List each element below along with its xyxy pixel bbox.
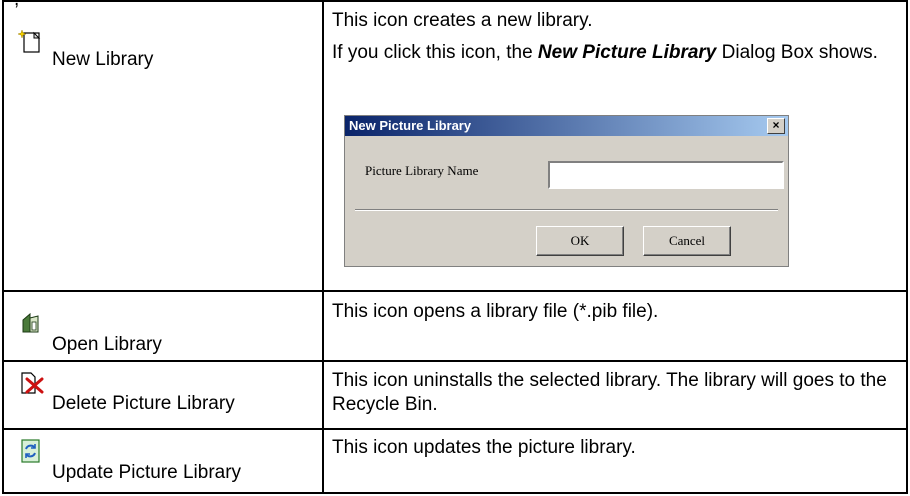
- dialog-title: New Picture Library: [345, 116, 788, 136]
- row-label: Open Library: [52, 334, 162, 355]
- description-text: This icon creates a new library.: [332, 10, 593, 31]
- new-library-icon: [17, 28, 44, 54]
- new-picture-library-dialog: New Picture Library × Picture Library Na…: [344, 115, 789, 267]
- dialog-name-emphasis: New Picture Library: [537, 42, 717, 63]
- row-label: New Library: [52, 49, 154, 70]
- column-divider: [322, 2, 324, 492]
- ok-button[interactable]: OK: [536, 226, 624, 256]
- row-open-library-description: This icon opens a library file (*.pib fi…: [332, 301, 659, 322]
- description-text: If you click this icon, the New Picture …: [332, 41, 898, 65]
- update-library-icon: [18, 438, 44, 464]
- close-icon[interactable]: ×: [767, 118, 785, 134]
- row-label: Delete Picture Library: [52, 393, 235, 414]
- row-new-library-description: This icon creates a new library. If you …: [332, 9, 898, 65]
- row-new-library-label-cell: New Library: [4, 2, 322, 292]
- description-text-part: Dialog Box shows.: [716, 42, 878, 63]
- icon-reference-table: , New Library This icon creates a new li…: [2, 0, 908, 494]
- delete-library-icon: [18, 370, 44, 396]
- row-delete-library-label-cell: Delete Picture Library: [4, 362, 322, 430]
- open-library-icon: [18, 310, 44, 336]
- picture-library-name-label: Picture Library Name: [365, 163, 479, 178]
- row-delete-library-description: This icon uninstalls the selected librar…: [332, 370, 887, 415]
- row-update-library-description: This icon updates the picture library.: [332, 437, 636, 458]
- cancel-button[interactable]: Cancel: [643, 226, 731, 256]
- description-text-part: If you click this icon, the: [332, 42, 538, 63]
- row-label: Update Picture Library: [52, 462, 242, 483]
- row-update-library-label-cell: Update Picture Library: [4, 430, 322, 494]
- row-open-library-label-cell: Open Library: [4, 292, 322, 362]
- dialog-separator: [355, 209, 778, 211]
- picture-library-name-input[interactable]: [548, 161, 784, 189]
